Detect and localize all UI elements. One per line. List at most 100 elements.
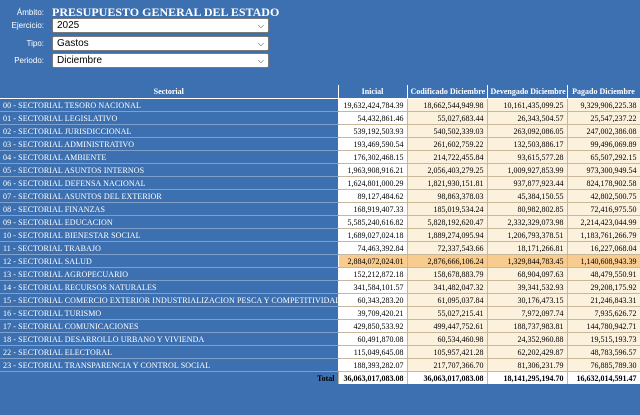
inicial-cell: 1,963,908,916.21 [338, 163, 408, 177]
sectorial-name-cell[interactable]: 04 - SECTORIAL AMBIENTE [0, 150, 339, 164]
inicial-cell: 74,463,392.84 [338, 241, 408, 255]
sectorial-name-cell[interactable]: 01 - SECTORIAL LEGISLATIVO [0, 111, 339, 125]
table-row[interactable]: 13 - SECTORIAL AGROPECUARIO 152,212,872.1… [0, 267, 640, 281]
table-row[interactable]: 15 - SECTORIAL COMERCIO EXTERIOR INDUSTR… [0, 293, 640, 307]
pagado-cell: 824,178,902.58 [567, 176, 640, 190]
sectorial-name-cell[interactable]: 07 - SECTORIAL ASUNTOS DEL EXTERIOR [0, 189, 339, 203]
table-row[interactable]: 22 - SECTORIAL ELECTORAL 115,049,645.08 10… [0, 345, 640, 359]
codificado-cell: 98,863,378.03 [407, 189, 488, 203]
inicial-cell: 2,884,072,024.01 [338, 254, 408, 268]
sectorial-name-cell[interactable]: 23 - SECTORIAL TRANSPARENCIA Y CONTROL S… [0, 358, 339, 372]
devengado-cell: 188,737,983.81 [487, 319, 568, 333]
inicial-cell: 39,709,420.21 [338, 306, 408, 320]
sectorial-name-cell[interactable]: 16 - SECTORIAL TURISMO [0, 306, 339, 320]
inicial-cell: 1,689,027,024.18 [338, 228, 408, 242]
codificado-cell: 2,876,666,106.24 [407, 254, 488, 268]
inicial-cell: 188,393,282.07 [338, 358, 408, 372]
devengado-cell: 81,306,231.79 [487, 358, 568, 372]
sectorial-name-cell[interactable]: 18 - SECTORIAL DESARROLLO URBANO Y VIVIE… [0, 332, 339, 346]
sectorial-name-cell[interactable]: 13 - SECTORIAL AGROPECUARIO [0, 267, 339, 281]
table-row[interactable]: 09 - SECTORIAL EDUCACION 5,585,240,616.82… [0, 215, 640, 229]
table-row[interactable]: 18 - SECTORIAL DESARROLLO URBANO Y VIVIE… [0, 332, 640, 346]
tipo-label: Tipo: [26, 39, 45, 48]
column-header-pagado[interactable]: Pagado Diciembre [567, 85, 640, 99]
sectorial-name-cell[interactable]: 03 - SECTORIAL ADMINISTRATIVO [0, 137, 339, 151]
inicial-cell: 5,585,240,616.82 [338, 215, 408, 229]
devengado-cell: 24,352,960.88 [487, 332, 568, 346]
inicial-cell: 176,302,468.15 [338, 150, 408, 164]
sectorial-name-cell[interactable]: 09 - SECTORIAL EDUCACION [0, 215, 339, 229]
table-row[interactable]: 03 - SECTORIAL ADMINISTRATIVO 193,469,590… [0, 137, 640, 151]
pagado-cell: 247,002,386.08 [567, 124, 640, 138]
devengado-cell: 68,904,097.63 [487, 267, 568, 281]
table-row[interactable]: 02 - SECTORIAL JURISDICCIONAL 539,192,503… [0, 124, 640, 138]
sectorial-name-cell[interactable]: 11 - SECTORIAL TRABAJO [0, 241, 339, 255]
tipo-row: Tipo: Gastos ⌵ [0, 35, 640, 52]
periodo-label: Periodo: [14, 56, 44, 65]
codificado-cell: 1,889,274,095.94 [407, 228, 488, 242]
table-row[interactable]: 23 - SECTORIAL TRANSPARENCIA Y CONTROL S… [0, 358, 640, 372]
periodo-select-value: Diciembre [57, 55, 103, 66]
pagado-cell: 48,479,550.91 [567, 267, 640, 281]
devengado-cell: 80,982,802.85 [487, 202, 568, 216]
table-row[interactable]: 08 - SECTORIAL FINANZAS 168,919,407.33 185… [0, 202, 640, 216]
inicial-cell: 60,491,870.08 [338, 332, 408, 346]
table-row[interactable]: 00 - SECTORIAL TESORO NACIONAL 19,632,424… [0, 98, 640, 112]
codificado-cell: 5,828,192,620.47 [407, 215, 488, 229]
tipo-select[interactable]: Gastos ⌵ [52, 36, 269, 51]
table-row[interactable]: 11 - SECTORIAL TRABAJO 74,463,392.84 72,33… [0, 241, 640, 255]
sectorial-name-cell[interactable]: 14 - SECTORIAL RECURSOS NATURALES [0, 280, 339, 294]
table-row[interactable]: 14 - SECTORIAL RECURSOS NATURALES 341,584… [0, 280, 640, 294]
table-row[interactable]: 06 - SECTORIAL DEFENSA NACIONAL 1,624,801… [0, 176, 640, 190]
total-row: Total 36,063,017,083.08 36,063,017,083.08 1… [0, 371, 640, 384]
pagado-cell: 1,183,761,266.79 [567, 228, 640, 242]
sectorial-name-cell[interactable]: 08 - SECTORIAL FINANZAS [0, 202, 339, 216]
periodo-select[interactable]: Diciembre ⌵ [52, 53, 269, 68]
chevron-down-icon: ⌵ [257, 39, 264, 48]
table-row[interactable]: 04 - SECTORIAL AMBIENTE 176,302,468.15 214… [0, 150, 640, 164]
inicial-cell: 19,632,424,784.39 [338, 98, 408, 112]
table-row[interactable]: 05 - SECTORIAL ASUNTOS INTERNOS 1,963,908… [0, 163, 640, 177]
devengado-cell: 30,176,473.15 [487, 293, 568, 307]
sectorial-name-cell[interactable]: 22 - SECTORIAL ELECTORAL [0, 345, 339, 359]
devengado-cell: 39,341,532.93 [487, 280, 568, 294]
column-header-devengado[interactable]: Devengado Diciembre [487, 85, 568, 99]
devengado-cell: 10,161,435,099.25 [487, 98, 568, 112]
ejercicio-select[interactable]: 2025 ⌵ [52, 18, 269, 33]
ejercicio-select-value: 2025 [57, 20, 80, 31]
pagado-cell: 9,329,906,225.38 [567, 98, 640, 112]
table-row[interactable]: 17 - SECTORIAL COMUNICACIONES 429,850,533… [0, 319, 640, 333]
codificado-cell: 185,019,534.24 [407, 202, 488, 216]
sectorial-name-cell[interactable]: 06 - SECTORIAL DEFENSA NACIONAL [0, 176, 339, 190]
column-header-sectorial[interactable]: Sectorial [0, 85, 339, 99]
table-row[interactable]: 12 - SECTORIAL SALUD 2,884,072,024.01 2,87… [0, 254, 640, 268]
table-header-row: Sectorial Inicial Codificado Diciembre D… [0, 85, 640, 99]
table-row[interactable]: 16 - SECTORIAL TURISMO 39,709,420.21 55,02… [0, 306, 640, 320]
codificado-cell: 2,056,403,279.25 [407, 163, 488, 177]
devengado-cell: 132,503,886.17 [487, 137, 568, 151]
table-row[interactable]: 10 - SECTORIAL BIENESTAR SOCIAL 1,689,027… [0, 228, 640, 242]
sectorial-name-cell[interactable]: 17 - SECTORIAL COMUNICACIONES [0, 319, 339, 333]
pagado-cell: 76,885,789.30 [567, 358, 640, 372]
codificado-cell: 61,095,037.84 [407, 293, 488, 307]
sectorial-name-cell[interactable]: 10 - SECTORIAL BIENESTAR SOCIAL [0, 228, 339, 242]
pagado-cell: 72,416,975.50 [567, 202, 640, 216]
pagado-cell: 48,783,596.57 [567, 345, 640, 359]
inicial-cell: 60,343,283.20 [338, 293, 408, 307]
pagado-cell: 29,208,175.92 [567, 280, 640, 294]
sectorial-name-cell[interactable]: 00 - SECTORIAL TESORO NACIONAL [0, 98, 339, 112]
total-codificado-cell: 36,063,017,083.08 [407, 371, 488, 384]
sectorial-name-cell[interactable]: 05 - SECTORIAL ASUNTOS INTERNOS [0, 163, 339, 177]
table-row[interactable]: 01 - SECTORIAL LEGISLATIVO 54,432,861.46 5… [0, 111, 640, 125]
table-row[interactable]: 07 - SECTORIAL ASUNTOS DEL EXTERIOR 89,12… [0, 189, 640, 203]
sectorial-name-cell[interactable]: 12 - SECTORIAL SALUD [0, 254, 339, 268]
devengado-cell: 263,092,086.05 [487, 124, 568, 138]
total-inicial-cell: 36,063,017,083.08 [338, 371, 408, 384]
column-header-inicial[interactable]: Inicial [338, 85, 408, 99]
sectorial-name-cell[interactable]: 15 - SECTORIAL COMERCIO EXTERIOR INDUSTR… [0, 293, 339, 307]
inicial-cell: 539,192,503.93 [338, 124, 408, 138]
sectorial-name-cell[interactable]: 02 - SECTORIAL JURISDICCIONAL [0, 124, 339, 138]
inicial-cell: 341,584,101.57 [338, 280, 408, 294]
codificado-cell: 341,482,047.32 [407, 280, 488, 294]
column-header-codificado[interactable]: Codificado Diciembre [407, 85, 488, 99]
